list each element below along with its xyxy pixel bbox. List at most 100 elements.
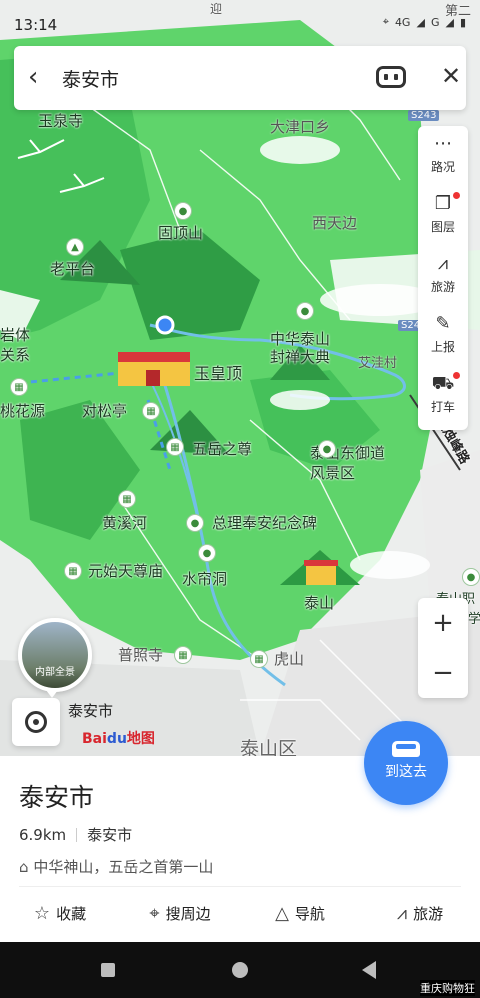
tool-taxi[interactable]: ⛟ 打车 (418, 366, 468, 426)
poi-pin-icon[interactable]: ● (296, 302, 314, 320)
poi-pin-icon[interactable]: ▦ (250, 650, 268, 668)
go-here-label: 到这去 (385, 764, 427, 780)
poi-pin-icon[interactable]: ● (462, 568, 480, 586)
panorama-thumbnail[interactable]: 内部全景 (18, 618, 92, 692)
poi-pin-icon[interactable]: ▦ (174, 646, 192, 664)
poi-pin-icon[interactable]: ● (198, 544, 216, 562)
poi-label[interactable]: 对松亭 (82, 400, 127, 421)
home-button[interactable] (232, 962, 248, 978)
poi-label[interactable]: 固顶山 (158, 222, 203, 243)
poi-pin-icon[interactable]: ● (186, 514, 204, 532)
place-distance: 6.9km (19, 826, 67, 844)
watermark: 重庆购物狂 (420, 980, 475, 996)
favorite-button[interactable]: ☆ 收藏 (0, 896, 120, 936)
status-icons: ⌖ 4G ◢ G ◢ ▮ (383, 15, 466, 29)
poi-label[interactable]: 总理奉安纪念碑 (212, 512, 317, 533)
poi-label[interactable]: 西天边 (312, 212, 357, 233)
tool-label: 旅游 (430, 280, 455, 294)
poi-pin-icon[interactable]: ● (174, 202, 192, 220)
tool-traffic[interactable]: ⋯ 路况 (418, 126, 468, 186)
zoom-in-button[interactable]: + (418, 598, 468, 648)
tool-label: 打车 (430, 400, 455, 414)
traffic-icon: ⋯ (434, 133, 452, 154)
tool-label: 路况 (430, 160, 455, 174)
panorama-pointer (46, 690, 58, 698)
poi-label[interactable]: 封禅大典 (270, 346, 330, 367)
poi-pin-icon[interactable]: ● (318, 440, 336, 458)
divider (19, 886, 461, 887)
action-label: 旅游 (413, 905, 444, 923)
poi-label[interactable]: 岩体 (0, 324, 30, 345)
action-label: 搜周边 (165, 905, 211, 923)
tool-travel[interactable]: ⩘ 旅游 (418, 246, 468, 306)
status-time: 13:14 (14, 16, 58, 34)
signal-icon-2: ◢ (445, 15, 454, 29)
poi-label[interactable]: 水帘洞 (182, 568, 227, 589)
tool-report[interactable]: ✎ 上报 (418, 306, 468, 366)
poi-label[interactable]: 桃花源 (0, 400, 45, 421)
back-arrow-icon[interactable]: ‹ (28, 64, 38, 90)
star-icon: ☆ (33, 903, 51, 924)
travel-icon: ⩘ (437, 253, 449, 274)
zoom-out-button[interactable]: − (418, 648, 468, 698)
place-tag-text: 中华神山，五岳之首第一山 (33, 858, 214, 876)
poi-label[interactable]: 学 (468, 608, 480, 627)
panorama-label: 内部全景 (35, 667, 75, 678)
poi-pin-icon[interactable]: ▦ (10, 378, 28, 396)
notification-dot (453, 192, 460, 199)
poi-label[interactable]: 关系 (0, 344, 30, 365)
tool-label: 上报 (430, 340, 455, 354)
place-title: 泰安市 (19, 783, 95, 812)
report-icon: ✎ (435, 313, 451, 334)
temple-icon (118, 352, 190, 386)
go-here-button[interactable]: 到这去 (364, 721, 448, 805)
poi-pin-icon[interactable]: ▦ (118, 490, 136, 508)
travel-icon: ⩘ (396, 903, 408, 924)
search-nearby-button[interactable]: ⌖ 搜周边 (120, 896, 240, 936)
battery-icon: ▮ (459, 15, 466, 29)
navigate-icon: △ (275, 903, 289, 924)
poi-label[interactable]: 大津口乡 (270, 116, 330, 137)
locate-button[interactable] (12, 698, 60, 746)
navigate-button[interactable]: △ 导航 (240, 896, 360, 936)
poi-label[interactable]: 风景区 (310, 462, 355, 483)
poi-label[interactable]: 泰山 (304, 592, 334, 613)
taxi-icon: ⛟ (431, 373, 455, 394)
poi-label[interactable]: 玉泉寺 (38, 110, 83, 131)
status-bar: 13:14 ⌖ 4G ◢ G ◢ ▮ (0, 0, 480, 46)
poi-pin-icon[interactable]: ▲ (66, 238, 84, 256)
location-pin-icon: ⌖ (149, 903, 160, 924)
tool-layers[interactable]: ❐ 图层 (418, 186, 468, 246)
poi-label[interactable]: 黄溪河 (102, 512, 147, 533)
locate-icon (25, 711, 47, 733)
poi-label[interactable]: 艾洼村 (358, 352, 397, 371)
location-status-icon: ⌖ (382, 15, 389, 28)
search-query[interactable]: 泰安市 (62, 65, 119, 92)
recents-button[interactable] (101, 963, 115, 977)
baidu-logo: Baidu地图 (82, 728, 155, 748)
poi-label[interactable]: 虎山 (274, 648, 304, 669)
back-button[interactable] (362, 961, 376, 979)
zoom-controls: + − (418, 598, 468, 698)
poi-pin-icon[interactable]: ▦ (166, 438, 184, 456)
place-meta: 6.9km 泰安市 (19, 824, 132, 845)
action-bar: ☆ 收藏 ⌖ 搜周边 △ 导航 ⩘ 旅游 (0, 896, 480, 936)
car-icon (392, 741, 420, 757)
divider (76, 828, 78, 842)
place-region: 泰安市 (87, 826, 133, 844)
close-icon[interactable]: ✕ (441, 62, 461, 90)
poi-label[interactable]: 五岳之尊 (192, 438, 252, 459)
logo-text-b: du (106, 731, 127, 747)
travel-button[interactable]: ⩘ 旅游 (360, 896, 480, 936)
current-location-dot (155, 315, 175, 335)
poi-label[interactable]: 普照寺 (118, 644, 163, 665)
map-toolbar: ⋯ 路况 ❐ 图层 ⩘ 旅游 ✎ 上报 ⛟ 打车 (418, 126, 468, 430)
voice-assistant-icon[interactable] (376, 66, 406, 88)
search-bar[interactable]: ‹ 泰安市 ✕ (14, 46, 466, 110)
poi-label[interactable]: 玉皇顶 (194, 360, 242, 384)
place-tag: ⌂ 中华神山，五岳之首第一山 (19, 856, 213, 877)
poi-label[interactable]: 元始天尊庙 (88, 560, 163, 581)
poi-pin-icon[interactable]: ▦ (64, 562, 82, 580)
poi-pin-icon[interactable]: ▦ (142, 402, 160, 420)
poi-label[interactable]: 老平台 (50, 258, 95, 279)
